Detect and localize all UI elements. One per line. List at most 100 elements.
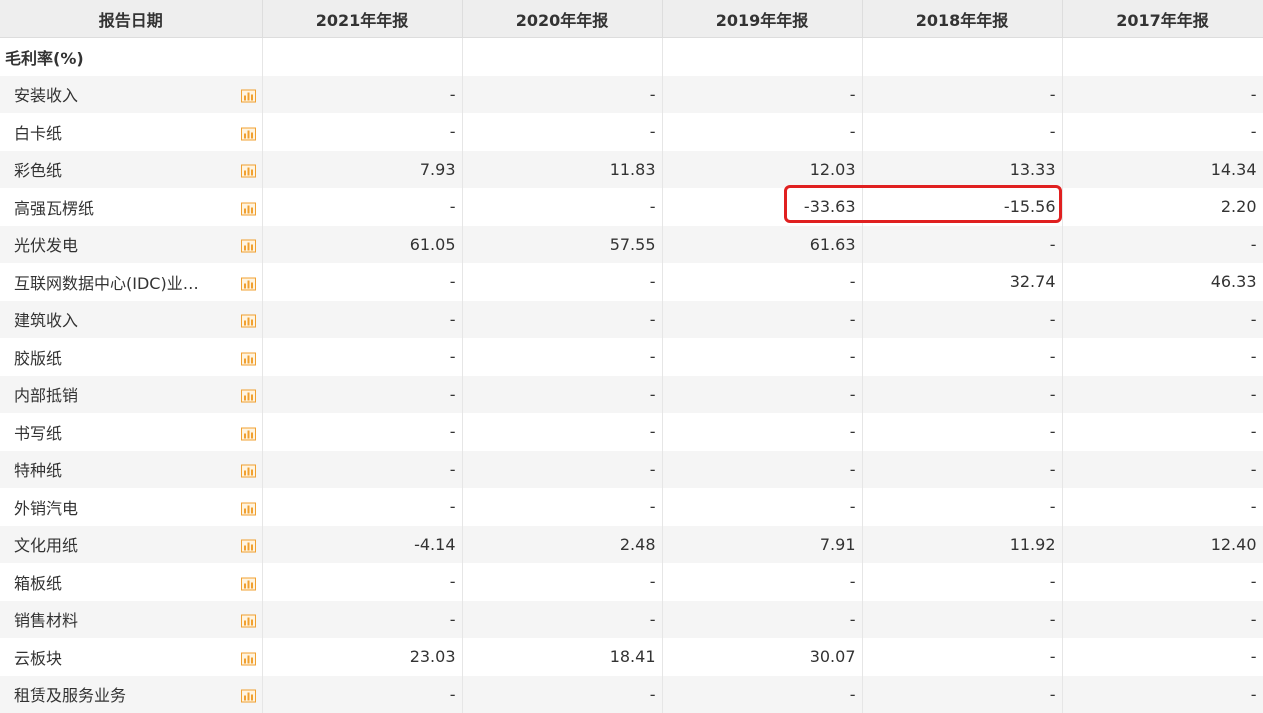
table-cell: -	[1062, 376, 1263, 414]
row-label: 建筑收入	[0, 307, 78, 331]
table-cell: -	[262, 488, 462, 526]
table-cell: -	[462, 488, 662, 526]
table-cell: 2.20	[1062, 188, 1263, 226]
table-cell: -	[1062, 301, 1263, 339]
table-cell: -	[862, 338, 1062, 376]
bar-chart-icon[interactable]	[241, 350, 256, 363]
header-year[interactable]: 2020年年报	[462, 0, 662, 38]
table-cell: -	[662, 76, 862, 114]
row-label: 特种纸	[0, 457, 62, 481]
header-year[interactable]: 2021年年报	[262, 0, 462, 38]
table-cell: -	[662, 113, 862, 151]
bar-chart-icon[interactable]	[241, 388, 256, 401]
table-cell: -	[662, 413, 862, 451]
bar-chart-icon[interactable]	[241, 200, 256, 213]
bar-chart-icon[interactable]	[241, 500, 256, 513]
row-label: 书写纸	[0, 420, 62, 444]
bar-chart-icon[interactable]	[241, 125, 256, 138]
table-cell: -	[462, 301, 662, 339]
row-label: 云板块	[0, 645, 62, 669]
table-row: 书写纸-----	[0, 413, 1263, 451]
bar-chart-icon[interactable]	[241, 575, 256, 588]
table-cell: -	[462, 413, 662, 451]
row-label: 租赁及服务业务	[0, 682, 126, 706]
table-cell: -	[1062, 413, 1263, 451]
table-cell: -	[662, 338, 862, 376]
table-cell: -	[262, 263, 462, 301]
row-label: 文化用纸	[0, 532, 78, 556]
row-label: 销售材料	[0, 607, 78, 631]
table-cell: -	[1062, 488, 1263, 526]
table-cell: -	[1062, 563, 1263, 601]
header-year[interactable]: 2017年年报	[1062, 0, 1263, 38]
table-cell: -	[862, 113, 1062, 151]
table-cell: -	[662, 376, 862, 414]
bar-chart-icon[interactable]	[241, 650, 256, 663]
table-cell: -	[862, 301, 1062, 339]
table-cell: -	[462, 263, 662, 301]
table-cell: -	[262, 601, 462, 639]
table-cell: -	[1062, 601, 1263, 639]
table-cell: 12.03	[662, 151, 862, 189]
table-cell: -	[262, 563, 462, 601]
table-cell: -	[662, 488, 862, 526]
table-cell: -	[462, 563, 662, 601]
header-year[interactable]: 2018年年报	[862, 0, 1062, 38]
bar-chart-icon[interactable]	[241, 275, 256, 288]
table-cell: 7.91	[662, 526, 862, 564]
table-cell: -	[662, 563, 862, 601]
table-cell: -	[1062, 451, 1263, 489]
row-label: 高强瓦楞纸	[0, 195, 94, 219]
table-cell: -	[1062, 76, 1263, 114]
bar-chart-icon[interactable]	[241, 238, 256, 251]
bar-chart-icon[interactable]	[241, 688, 256, 701]
table-cell: -	[1062, 338, 1263, 376]
bar-chart-icon[interactable]	[241, 313, 256, 326]
row-label: 内部抵销	[0, 382, 78, 406]
table-cell: -	[862, 451, 1062, 489]
table-cell: -	[662, 301, 862, 339]
table-cell: 11.92	[862, 526, 1062, 564]
table-row: 云板块23.0318.4130.07--	[0, 638, 1263, 676]
header-row: 报告日期 2021年年报 2020年年报 2019年年报 2018年年报 201…	[0, 0, 1263, 38]
table-cell: -	[462, 451, 662, 489]
bar-chart-icon[interactable]	[241, 538, 256, 551]
bar-chart-icon[interactable]	[241, 163, 256, 176]
table-cell: -	[862, 413, 1062, 451]
table-cell: -	[262, 451, 462, 489]
row-label: 光伏发电	[0, 232, 78, 256]
gross-margin-table: 报告日期 2021年年报 2020年年报 2019年年报 2018年年报 201…	[0, 0, 1263, 713]
table-row: 光伏发电61.0557.5561.63--	[0, 226, 1263, 264]
table-cell: -	[262, 413, 462, 451]
table-row: 租赁及服务业务-----	[0, 676, 1263, 713]
bar-chart-icon[interactable]	[241, 463, 256, 476]
header-report-date: 报告日期	[0, 0, 262, 38]
table-cell: -	[462, 338, 662, 376]
table-row: 内部抵销-----	[0, 376, 1263, 414]
table-cell: -	[262, 338, 462, 376]
table-cell: -	[662, 451, 862, 489]
table-cell: 7.93	[262, 151, 462, 189]
table-cell: -	[862, 488, 1062, 526]
table-cell: -	[862, 76, 1062, 114]
header-year[interactable]: 2019年年报	[662, 0, 862, 38]
table-cell: -	[462, 376, 662, 414]
bar-chart-icon[interactable]	[241, 88, 256, 101]
table-cell: 61.63	[662, 226, 862, 264]
section-title: 毛利率(%)	[0, 49, 84, 68]
row-label: 箱板纸	[0, 570, 62, 594]
bar-chart-icon[interactable]	[241, 613, 256, 626]
row-label: 彩色纸	[0, 157, 62, 181]
table-cell: 30.07	[662, 638, 862, 676]
section-row: 毛利率(%)	[0, 38, 1263, 76]
table-cell: -	[262, 188, 462, 226]
table-cell: -	[862, 226, 1062, 264]
table-cell: 32.74	[862, 263, 1062, 301]
table-row: 高强瓦楞纸---33.63-15.562.20	[0, 188, 1263, 226]
bar-chart-icon[interactable]	[241, 425, 256, 438]
table-cell: 23.03	[262, 638, 462, 676]
row-label: 白卡纸	[0, 120, 62, 144]
table-cell: 11.83	[462, 151, 662, 189]
table-cell: 14.34	[1062, 151, 1263, 189]
table-cell: -	[262, 676, 462, 713]
